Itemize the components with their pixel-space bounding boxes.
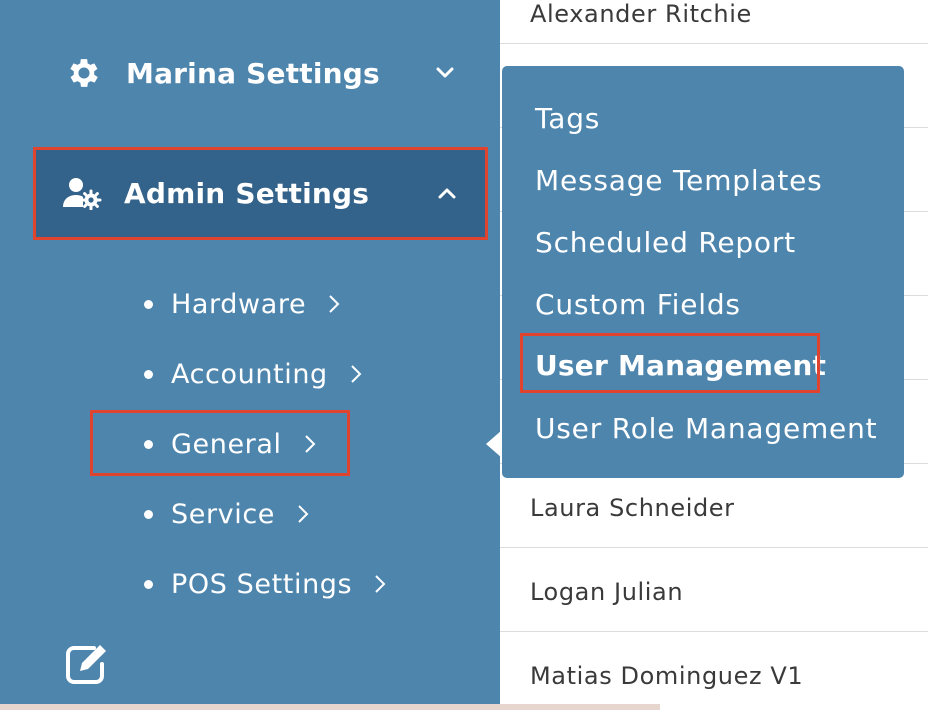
list-item-name: Laura Schneider — [530, 494, 735, 522]
list-item-name: Matias Dominguez V1 — [530, 662, 804, 690]
sidebar-subitem-label: General — [171, 428, 282, 460]
sidebar-subitem-general[interactable]: General — [144, 419, 320, 469]
flyout-item-scheduled-report[interactable]: Scheduled Report — [535, 226, 796, 259]
list-item-name: Alexander Ritchie — [530, 0, 752, 28]
sidebar-item-marina-settings[interactable]: Marina Settings — [36, 28, 486, 118]
chevron-down-icon — [434, 62, 456, 84]
list-item-name: Logan Julian — [530, 578, 684, 606]
chevron-right-icon — [374, 573, 390, 595]
chevron-right-icon — [328, 293, 344, 315]
user-gear-icon — [62, 173, 102, 213]
gear-icon — [64, 53, 104, 93]
sidebar: Marina Settings Admin Settings Hardware … — [0, 0, 500, 710]
flyout-pointer — [486, 430, 502, 458]
flyout-item-custom-fields[interactable]: Custom Fields — [535, 288, 741, 321]
flyout-item-tags[interactable]: Tags — [535, 102, 600, 135]
sidebar-subitem-hardware[interactable]: Hardware — [144, 279, 344, 329]
sidebar-subitem-service[interactable]: Service — [144, 489, 313, 539]
edit-icon[interactable] — [64, 642, 108, 686]
flyout-item-user-management[interactable]: User Management — [535, 349, 826, 382]
bullet — [144, 439, 153, 449]
bullet — [144, 509, 153, 519]
flyout-item-user-role-management[interactable]: User Role Management — [535, 412, 877, 445]
sidebar-subitem-accounting[interactable]: Accounting — [144, 349, 366, 399]
chevron-right-icon — [304, 433, 320, 455]
bullet — [144, 369, 153, 379]
sidebar-subitem-pos-settings[interactable]: POS Settings — [144, 559, 390, 609]
chevron-right-icon — [350, 363, 366, 385]
flyout-item-message-templates[interactable]: Message Templates — [535, 164, 823, 197]
sidebar-subitem-label: Hardware — [171, 288, 307, 320]
list-item[interactable]: Logan Julian — [500, 548, 928, 632]
sidebar-subitem-label: Service — [171, 498, 275, 530]
bullet — [144, 299, 153, 309]
sidebar-subitem-label: POS Settings — [171, 568, 353, 600]
bullet — [144, 579, 153, 589]
general-flyout-menu: Tags Message Templates Scheduled Report … — [502, 66, 904, 478]
sidebar-item-label: Admin Settings — [124, 176, 370, 210]
sidebar-subitem-label: Accounting — [171, 358, 328, 390]
sidebar-item-admin-settings[interactable]: Admin Settings — [34, 148, 486, 238]
list-item[interactable]: Alexander Ritchie — [500, 0, 928, 44]
chevron-up-icon — [436, 182, 458, 204]
chevron-right-icon — [297, 503, 313, 525]
bottom-edge — [0, 704, 660, 710]
sidebar-item-label: Marina Settings — [126, 56, 380, 90]
